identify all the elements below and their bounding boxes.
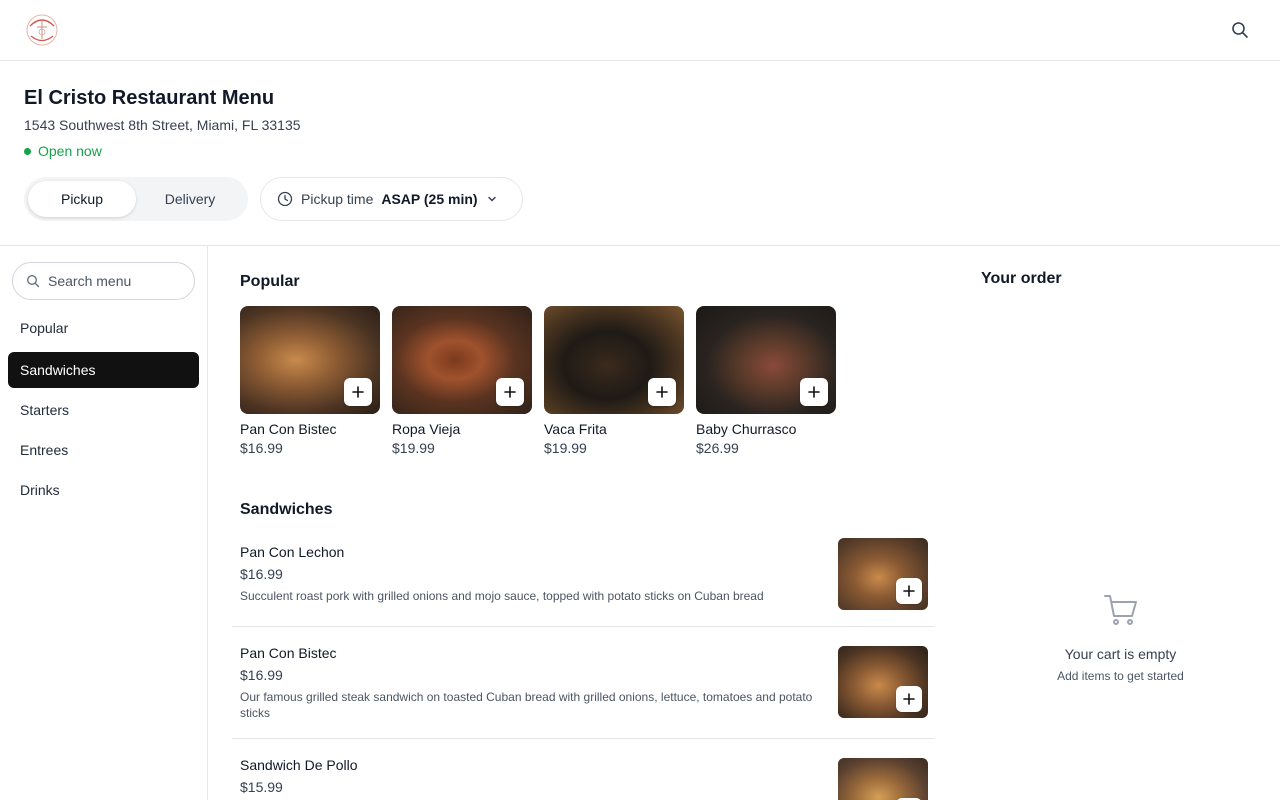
sidebar-item-drinks[interactable]: Drinks [8,472,199,508]
status-label: Open now [38,143,102,159]
food-image[interactable] [544,306,684,414]
restaurant-header: El Cristo Restaurant Menu 1543 Southwest… [0,61,1280,246]
search-icon [26,274,40,288]
status-dot-icon [24,147,31,155]
item-price: $16.99 [240,667,283,683]
popular-item[interactable]: Baby Churrasco $26.99 [696,306,836,456]
menu-item[interactable]: Sandwich De Pollo $15.99 [232,751,935,800]
cart-icon [1103,592,1139,628]
search-menu-input[interactable] [48,273,188,289]
item-name: Sandwich De Pollo [240,757,358,773]
plus-icon [656,386,668,398]
food-image[interactable] [838,646,928,718]
add-item-button[interactable] [496,378,524,406]
popular-section-title: Popular [240,273,300,290]
restaurant-logo[interactable] [24,12,60,48]
item-price: $16.99 [240,566,283,582]
item-name: Pan Con Bistec [240,645,337,661]
open-status: Open now [24,143,102,159]
item-name: Ropa Vieja [392,421,461,437]
empty-cart-subtitle: Add items to get started [1057,669,1184,683]
add-item-button[interactable] [648,378,676,406]
menu-item[interactable]: Pan Con Bistec $16.99 Our famous grilled… [232,639,935,739]
search-icon[interactable] [1228,18,1252,42]
sidebar-item-sandwiches[interactable]: Sandwiches [8,352,199,388]
pickup-time-label: Pickup time [301,191,374,207]
pickup-time-value: ASAP (25 min) [381,191,478,207]
item-name: Pan Con Lechon [240,544,345,560]
food-image[interactable] [240,306,380,414]
add-item-button[interactable] [344,378,372,406]
clock-icon [277,191,293,207]
item-price: $15.99 [240,779,283,795]
item-price: $16.99 [240,440,283,456]
empty-cart-title: Your cart is empty [1064,646,1177,662]
menu-content: Popular Pan Con Bistec $16.99 Ropa Vieja… [208,246,961,800]
pickup-button[interactable]: Pickup [28,181,136,217]
item-price: $26.99 [696,440,739,456]
sidebar-item-entrees[interactable]: Entrees [8,432,199,468]
popular-item[interactable]: Ropa Vieja $19.99 [392,306,532,456]
order-panel: Your order Your cart is empty Add items … [961,246,1280,800]
add-item-button[interactable] [896,578,922,604]
food-image[interactable] [392,306,532,414]
plus-icon [903,585,915,597]
category-sidebar: Popular Sandwiches Starters Entrees Drin… [0,246,208,800]
order-title: Your order [981,270,1062,287]
menu-item[interactable]: Pan Con Lechon $16.99 Succulent roast po… [232,538,935,627]
plus-icon [808,386,820,398]
delivery-button[interactable]: Delivery [136,181,244,217]
top-bar [0,0,1280,61]
sidebar-item-popular[interactable]: Popular [8,310,199,346]
add-item-button[interactable] [896,686,922,712]
restaurant-address: 1543 Southwest 8th Street, Miami, FL 331… [24,117,301,133]
food-image[interactable] [696,306,836,414]
food-image[interactable] [838,758,928,800]
item-name: Baby Churrasco [696,421,797,437]
menu-search [12,262,195,300]
food-image[interactable] [838,538,928,610]
sandwiches-section-title: Sandwiches [240,501,333,518]
popular-item[interactable]: Pan Con Bistec $16.99 [240,306,380,456]
item-price: $19.99 [544,440,587,456]
item-name: Pan Con Bistec [240,421,337,437]
order-mode-toggle: Pickup Delivery [24,177,248,221]
add-item-button[interactable] [800,378,828,406]
plus-icon [903,693,915,705]
plus-icon [504,386,516,398]
page-title: El Cristo Restaurant Menu [24,87,275,109]
item-description: Our famous grilled steak sandwich on toa… [240,690,813,720]
plus-icon [352,386,364,398]
item-name: Vaca Frita [544,421,607,437]
item-price: $19.99 [392,440,435,456]
popular-item[interactable]: Vaca Frita $19.99 [544,306,684,456]
chevron-down-icon [486,193,498,205]
pickup-time-select[interactable]: Pickup time ASAP (25 min) [260,177,523,221]
sidebar-item-starters[interactable]: Starters [8,392,199,428]
item-description: Succulent roast pork with grilled onions… [240,589,764,603]
